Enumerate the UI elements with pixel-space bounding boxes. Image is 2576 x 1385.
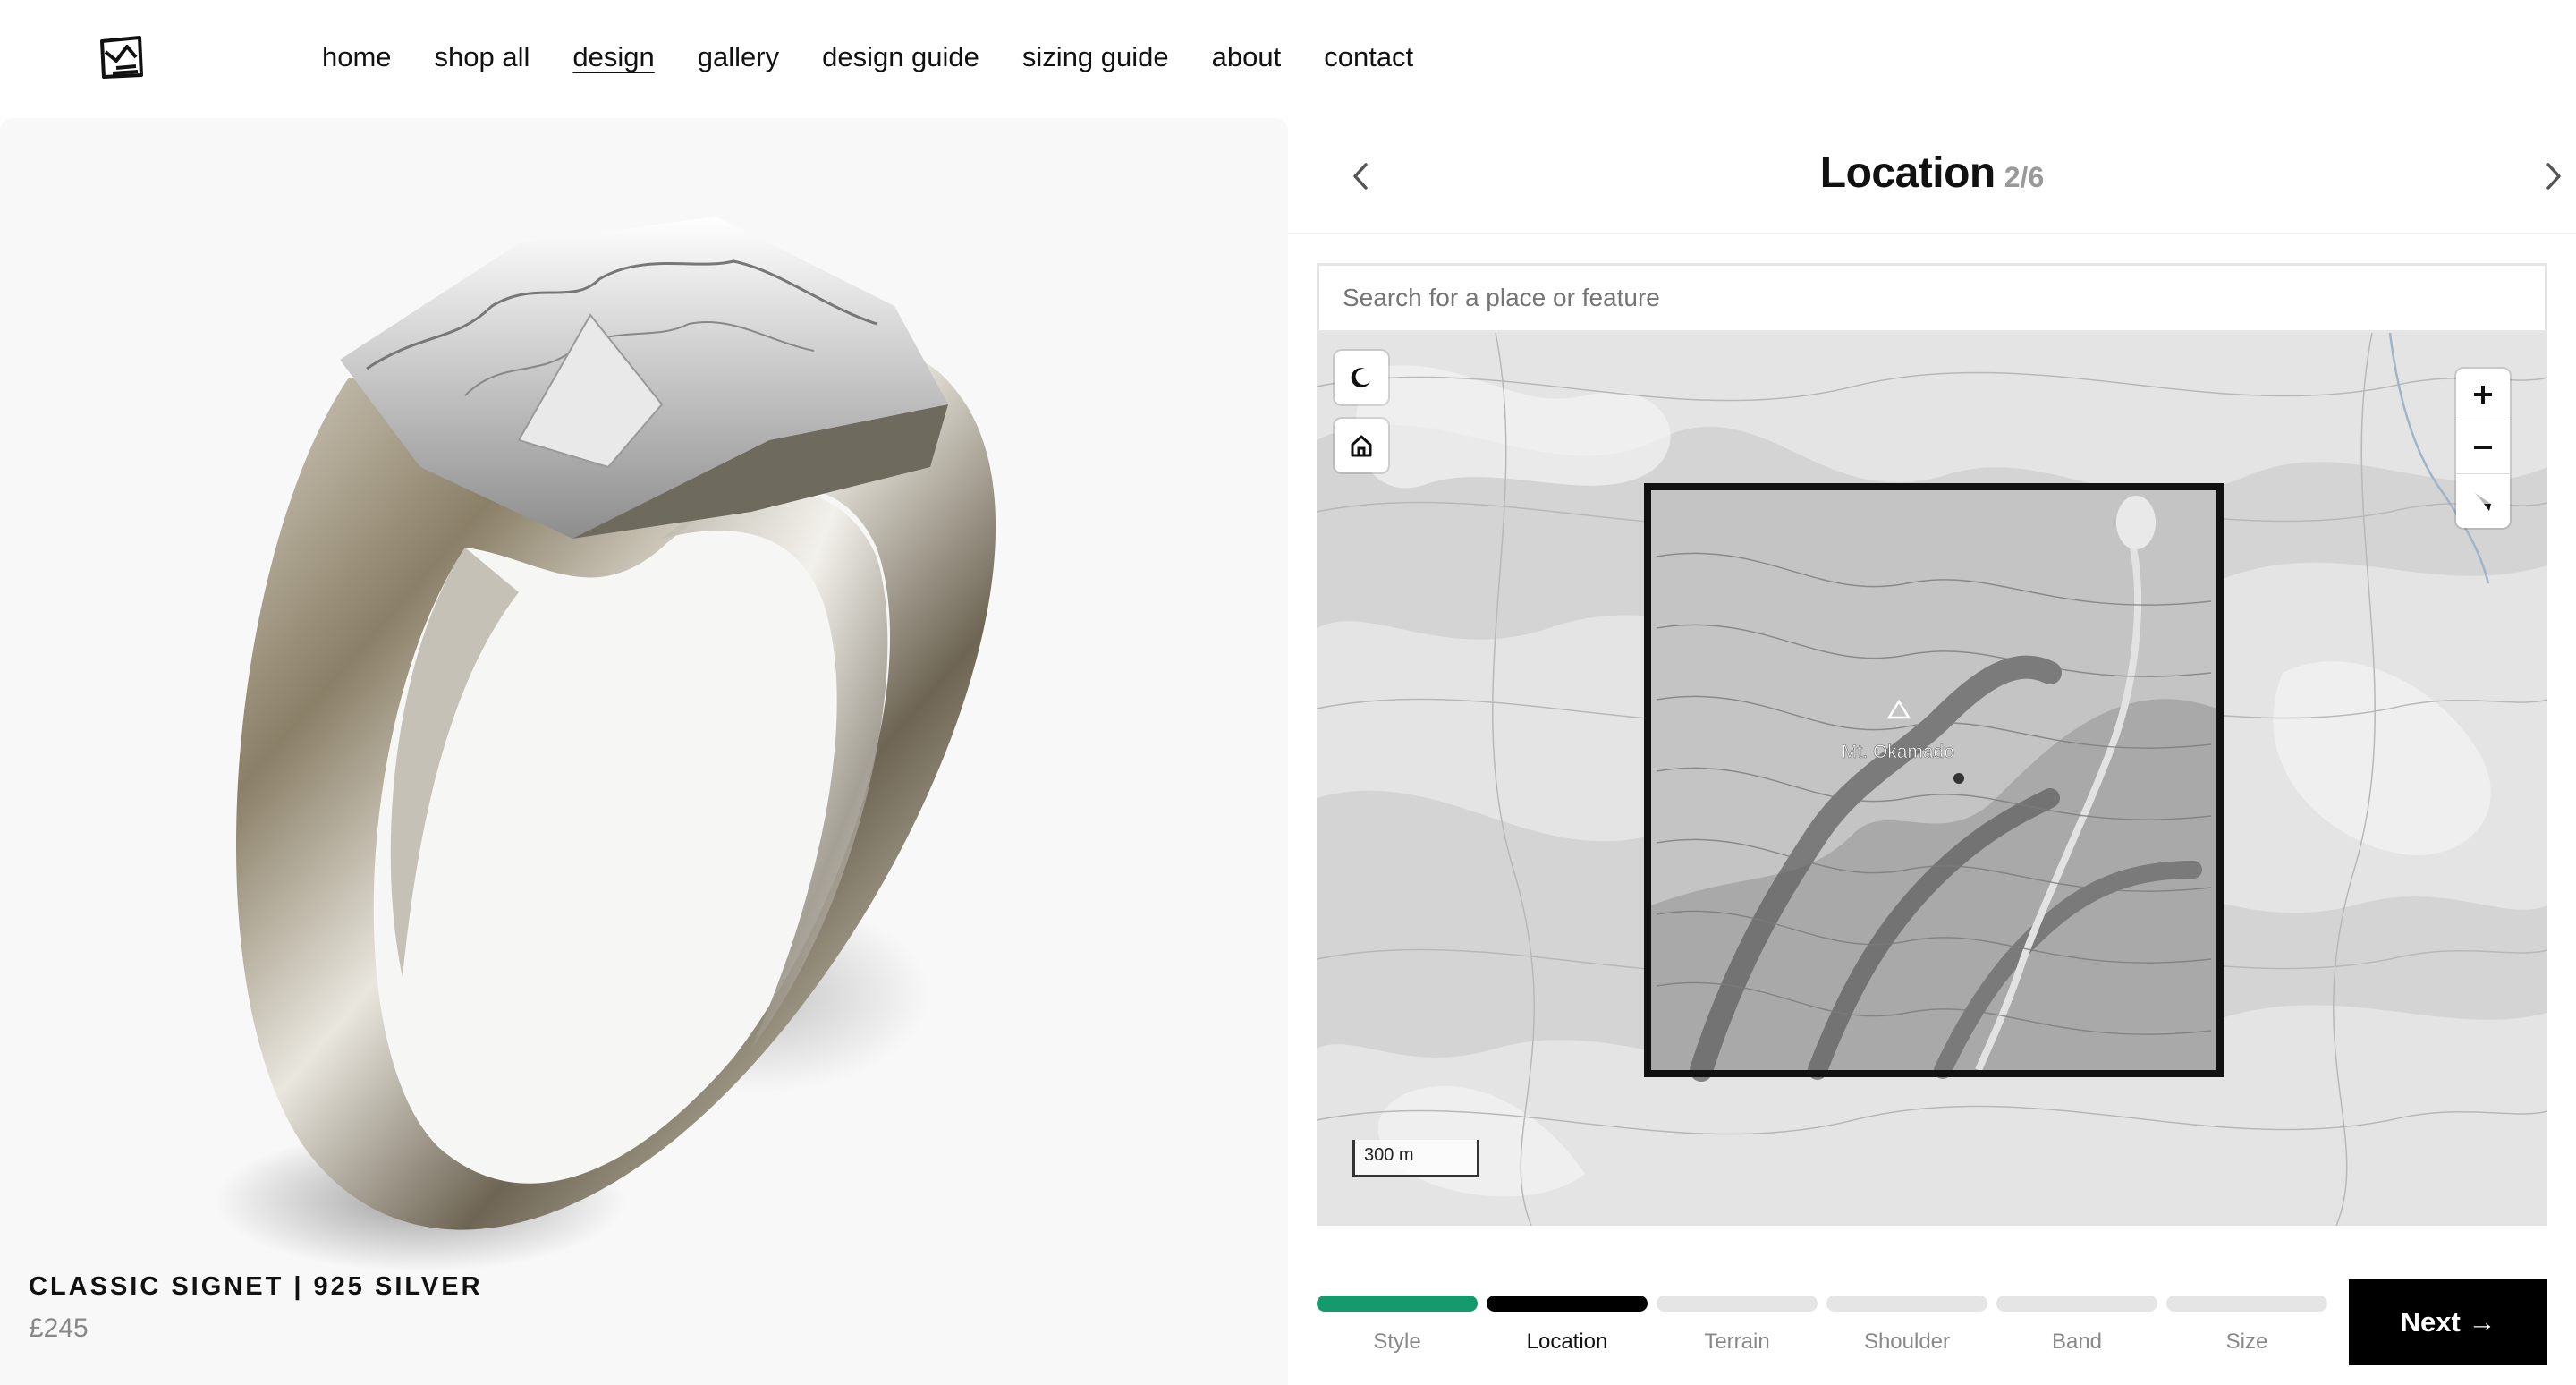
step-title: Location	[1819, 149, 1996, 197]
compass-icon	[2475, 492, 2491, 511]
step-count: 2/6	[2004, 161, 2045, 193]
nav-sizing-guide[interactable]: sizing guide	[1022, 39, 1169, 75]
progress-step-size[interactable]: Size	[2166, 1296, 2327, 1355]
home-view-button[interactable]	[1335, 419, 1388, 472]
nav-shop-all[interactable]: shop all	[435, 39, 530, 75]
nav-contact[interactable]: contact	[1324, 39, 1413, 75]
terrain-map[interactable]: Mt. Okamado 300 m	[1317, 333, 2547, 1226]
ring-3d-viewer[interactable]	[197, 172, 1091, 1335]
product-price: £245	[29, 1313, 89, 1343]
step-header: Location 2/6	[1288, 118, 2576, 234]
progress-step-shoulder[interactable]: Shoulder	[1826, 1296, 1987, 1355]
nav-home[interactable]: home	[322, 39, 392, 75]
product-title: CLASSIC SIGNET | 925 SILVER	[29, 1272, 483, 1301]
site-header: home shop all design gallery design guid…	[0, 0, 2576, 118]
progress-step-style[interactable]: Style	[1317, 1296, 1478, 1355]
step-title-group: Location 2/6	[1288, 149, 2576, 198]
progress-step-terrain[interactable]: Terrain	[1657, 1296, 1818, 1355]
nav-design-guide[interactable]: design guide	[822, 39, 979, 75]
zoom-controls	[2456, 369, 2510, 528]
map-scale: 300 m	[1352, 1140, 1479, 1177]
chevron-right-icon	[2546, 163, 2561, 190]
compass-reset-button[interactable]	[2456, 474, 2510, 527]
nav-design[interactable]: design	[572, 39, 654, 75]
nav-gallery[interactable]: gallery	[698, 39, 779, 75]
zoom-in-button[interactable]	[2456, 369, 2510, 421]
location-search-input[interactable]	[1317, 263, 2547, 333]
moon-icon	[1351, 368, 1370, 388]
design-configurator: Location 2/6 Search for a place or featu…	[1288, 118, 2576, 1385]
selection-frame[interactable]	[1644, 483, 2224, 1077]
nav-about[interactable]: about	[1212, 39, 1282, 75]
progress-step-band[interactable]: Band	[1996, 1296, 2157, 1355]
next-button[interactable]: Next →	[2349, 1279, 2547, 1365]
plus-icon	[2474, 386, 2492, 404]
design-progress: Style Location Terrain Shoulder Band Siz…	[1317, 1296, 2336, 1367]
next-step-arrow-button[interactable]	[2531, 154, 2576, 199]
logo-icon[interactable]	[97, 34, 147, 81]
progress-step-location[interactable]: Location	[1487, 1296, 1648, 1355]
dark-mode-toggle[interactable]	[1335, 351, 1388, 404]
minus-icon	[2474, 446, 2492, 449]
main-nav: home shop all design gallery design guid…	[322, 39, 1456, 75]
home-icon	[1351, 435, 1372, 457]
zoom-out-button[interactable]	[2456, 421, 2510, 474]
product-preview: CLASSIC SIGNET | 925 SILVER £245	[0, 118, 1288, 1385]
